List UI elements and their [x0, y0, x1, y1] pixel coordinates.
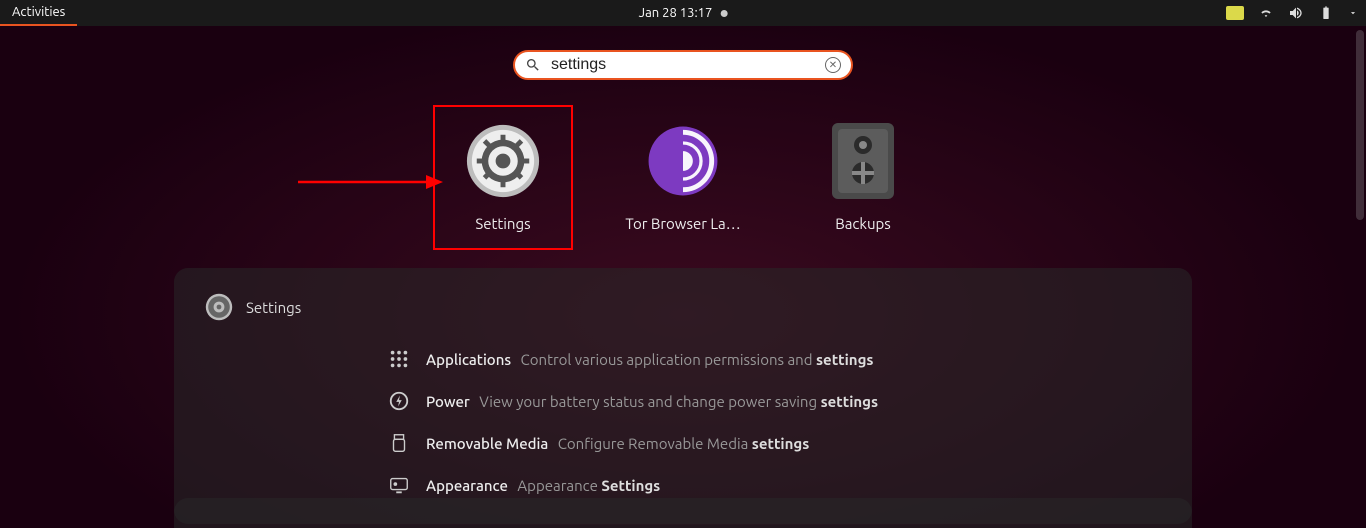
- search-input[interactable]: [551, 56, 815, 74]
- panel-header: Settings: [204, 292, 1162, 322]
- row-text: Appearance Appearance Settings: [426, 477, 660, 494]
- appearance-icon: [388, 474, 410, 496]
- power-icon: [388, 390, 410, 412]
- gear-icon: [204, 292, 234, 322]
- row-text: Power View your battery status and chang…: [426, 393, 878, 410]
- grid-icon: [388, 348, 410, 370]
- wifi-icon: [1258, 5, 1274, 21]
- app-result-tor[interactable]: Tor Browser La…: [613, 105, 753, 250]
- arrow-annotation-icon: [298, 172, 443, 192]
- clear-search-button[interactable]: ✕: [825, 57, 841, 73]
- volume-icon: [1288, 5, 1304, 21]
- settings-row-power[interactable]: Power View your battery status and chang…: [204, 380, 1162, 422]
- settings-row-applications[interactable]: Applications Control various application…: [204, 338, 1162, 380]
- panel-title: Settings: [246, 299, 301, 316]
- battery-icon: [1318, 5, 1334, 21]
- usb-drive-icon: [388, 432, 410, 454]
- keyboard-indicator-icon: [1226, 6, 1244, 20]
- row-text: Removable Media Configure Removable Medi…: [426, 435, 809, 452]
- row-text: Applications Control various application…: [426, 351, 873, 368]
- app-result-backups[interactable]: Backups: [793, 105, 933, 250]
- chevron-down-icon: [1348, 5, 1358, 21]
- backup-safe-icon: [819, 117, 907, 205]
- search-icon: [525, 57, 541, 73]
- system-tray[interactable]: [1226, 5, 1358, 21]
- notification-dot-icon: [720, 10, 727, 17]
- app-label: Settings: [475, 215, 530, 232]
- search-bar[interactable]: ✕: [513, 50, 853, 80]
- clock-area[interactable]: Jan 28 13:17: [639, 6, 728, 20]
- datetime-label: Jan 28 13:17: [639, 6, 713, 20]
- app-result-settings[interactable]: Settings: [433, 105, 573, 250]
- activities-button[interactable]: Activities: [0, 0, 77, 26]
- settings-row-removable-media[interactable]: Removable Media Configure Removable Medi…: [204, 422, 1162, 464]
- top-bar: Activities Jan 28 13:17: [0, 0, 1366, 26]
- activities-label: Activities: [12, 5, 65, 19]
- scrollbar[interactable]: [1356, 30, 1364, 220]
- app-label: Backups: [835, 215, 891, 232]
- gear-icon: [459, 117, 547, 205]
- next-results-panel: [174, 498, 1192, 528]
- tor-icon: [639, 117, 727, 205]
- settings-results-panel: Settings Applications Control various ap…: [174, 268, 1192, 524]
- app-label: Tor Browser La…: [625, 215, 740, 232]
- app-results-row: Settings Tor Browser La… Backup: [433, 105, 933, 250]
